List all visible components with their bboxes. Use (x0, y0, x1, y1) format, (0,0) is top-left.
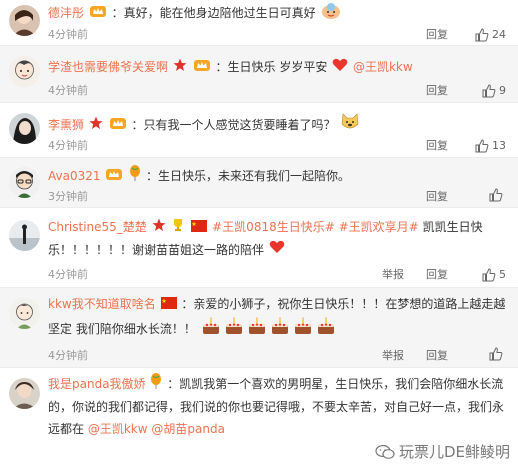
crown-badge-icon (109, 115, 127, 137)
like-button[interactable] (489, 347, 506, 361)
comment-text: ：生日快乐，未来还有我们一起陪你。 (145, 169, 350, 183)
commenter-name[interactable]: 学渣也需要佛爷关爱啊 (48, 60, 168, 74)
thumb-up-icon (482, 268, 496, 282)
topic-link[interactable]: #王凯欢享月# (339, 220, 419, 234)
commenter-name[interactable]: 德沣彤 (48, 6, 84, 20)
china-flag-icon (160, 294, 177, 316)
avatar[interactable] (9, 167, 40, 198)
comment-time: 3分钟前 (48, 190, 88, 203)
comment-time: 4分钟前 (48, 84, 88, 97)
avatar[interactable] (9, 220, 40, 251)
like-count: 9 (499, 84, 506, 97)
balloon-icon (129, 165, 141, 188)
avatar[interactable] (9, 113, 40, 144)
crown-badge-icon (89, 3, 107, 25)
like-button[interactable]: 13 (475, 137, 506, 155)
report-button[interactable]: 举报 (382, 347, 404, 365)
commenter-name[interactable]: kkw我不知道取啥名 (48, 297, 156, 311)
crown-badge-icon (105, 166, 123, 188)
thumb-up-icon (489, 188, 503, 202)
thumb-up-icon (475, 139, 489, 153)
reply-button[interactable]: 回复 (426, 266, 448, 284)
commenter-name[interactable]: 李熏狮 (48, 118, 84, 132)
like-button[interactable]: 24 (475, 26, 506, 44)
like-button[interactable]: 9 (482, 82, 506, 100)
comment-item: 学渣也需要佛爷关爱啊 ：生日快乐 岁岁平安 @王凯kkw 4分钟前 回复 9 (0, 46, 518, 103)
reply-button[interactable]: 回复 (426, 188, 448, 206)
comment-item: kkw我不知道取啥名 ：亲爱的小狮子，祝你生日快乐！！！在梦想的道路上越走越坚定… (0, 288, 518, 368)
avatar[interactable] (9, 56, 40, 87)
topic-link[interactable]: #王凯0818生日快乐# (212, 220, 335, 234)
reply-button[interactable]: 回复 (426, 347, 448, 365)
watermark-text: 玩票儿DE鲱鲮明 (398, 443, 510, 461)
comment-time: 4分钟前 (48, 28, 88, 41)
commenter-name[interactable]: Christine55_楚楚 (48, 220, 147, 234)
comment-feed: 德沣彤 ：真好，能在他身边陪他过生日可真好 4分钟前 回复 24 学渣也需要佛爷… (0, 0, 518, 468)
thumb-up-icon (489, 347, 503, 361)
balloon-icon (150, 373, 162, 396)
thumb-up-icon (475, 28, 489, 42)
comment-text: ：真好，能在他身边陪他过生日可真好 (111, 6, 316, 20)
like-button[interactable] (489, 188, 506, 202)
comment-time: 4分钟前 (48, 349, 88, 362)
commenter-name[interactable]: 我是panda我傲娇 (48, 377, 146, 391)
trophy-icon (171, 217, 185, 239)
red-star-icon (173, 57, 187, 79)
mention-link[interactable]: @王凯kkw (353, 60, 413, 74)
like-count: 13 (492, 139, 506, 152)
like-button[interactable]: 5 (482, 266, 506, 284)
thumb-up-icon (482, 84, 496, 98)
watermark: 玩票儿DE鲱鲮明 (375, 441, 510, 462)
heart-emoji-icon (332, 57, 348, 79)
cake-emoji-icon (201, 316, 339, 343)
commenter-name[interactable]: Ava0321 (48, 169, 101, 183)
crown-badge-icon (193, 57, 211, 79)
reply-button[interactable]: 回复 (426, 82, 448, 100)
comment-text: ：生日快乐 岁岁平安 (215, 60, 328, 74)
face-emoji-icon (321, 1, 341, 26)
comment-time: 4分钟前 (48, 268, 88, 281)
heart-emoji-icon (269, 239, 285, 261)
comment-time: 4分钟前 (48, 139, 88, 152)
mention-link[interactable]: @王凯kkw (88, 422, 148, 436)
avatar[interactable] (9, 298, 40, 329)
wechat-icon (375, 444, 395, 459)
like-count: 5 (499, 268, 506, 281)
like-count: 24 (492, 28, 506, 41)
comment-item: 李熏狮 ：只有我一个人感觉这货要睡着了吗？ 4分钟前 回复 13 (0, 103, 518, 158)
red-star-icon (152, 217, 166, 239)
avatar[interactable] (9, 378, 40, 409)
reply-button[interactable]: 回复 (426, 137, 448, 155)
comment-item: Ava0321 ：生日快乐，未来还有我们一起陪你。 3分钟前 回复 (0, 158, 518, 208)
china-flag-icon (191, 217, 208, 239)
mention-link[interactable]: @胡苗panda (151, 422, 225, 436)
avatar[interactable] (9, 5, 40, 36)
comment-item: 我是panda我傲娇 ：凯凯我第一个喜欢的男明星，生日快乐，我们会陪你细水长流的… (0, 368, 518, 468)
red-star-icon (89, 115, 103, 137)
comment-text: ：只有我一个人感觉这货要睡着了吗？ (131, 118, 336, 132)
comment-item: Christine55_楚楚 #王凯0818生日快乐# #王凯欢享月# 凯凯生日… (0, 208, 518, 288)
comment-item: 德沣彤 ：真好，能在他身边陪他过生日可真好 4分钟前 回复 24 (0, 0, 518, 46)
reply-button[interactable]: 回复 (426, 26, 448, 44)
doge-emoji-icon (340, 112, 360, 139)
report-button[interactable]: 举报 (382, 266, 404, 284)
